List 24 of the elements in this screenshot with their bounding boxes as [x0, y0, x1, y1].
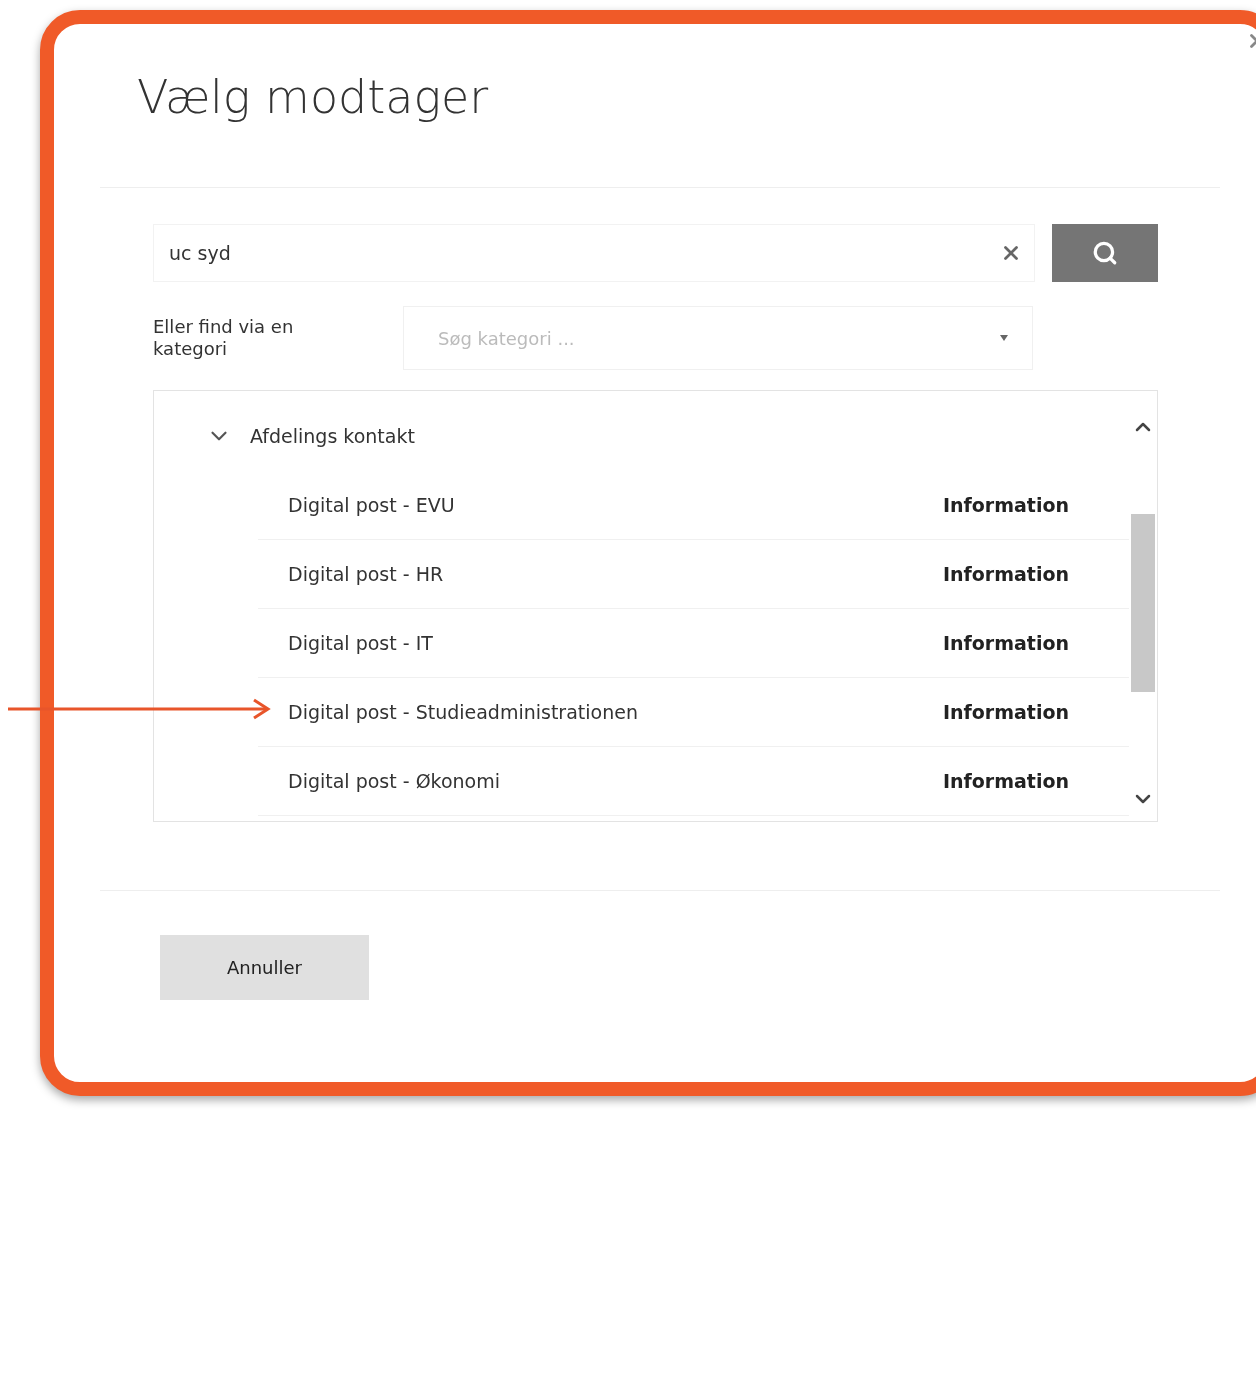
- result-row[interactable]: Digital post - EVU Information: [258, 471, 1129, 540]
- result-row[interactable]: Digital post - HR Information: [258, 540, 1129, 609]
- result-row[interactable]: Digital post - IT Information: [258, 609, 1129, 678]
- result-row[interactable]: Digital post - Studieadministrationen Information: [258, 678, 1129, 747]
- recipient-name: Digital post - Økonomi: [288, 770, 500, 792]
- scrollbar-thumb[interactable]: [1131, 514, 1155, 692]
- cancel-button[interactable]: Annuller: [160, 935, 369, 1000]
- recipient-name: Digital post - HR: [288, 563, 444, 585]
- information-link[interactable]: Information: [942, 494, 1069, 516]
- information-link[interactable]: Information: [942, 632, 1069, 654]
- search-field[interactable]: uc syd: [153, 224, 1035, 282]
- recipient-name: Digital post - IT: [288, 632, 433, 654]
- category-label: Eller find via en kategori: [153, 316, 295, 360]
- group-header[interactable]: Afdelings kontakt: [154, 401, 1129, 471]
- caret-icon: [1000, 335, 1008, 341]
- recipient-name: Digital post - EVU: [288, 494, 455, 516]
- information-link[interactable]: Information: [942, 701, 1069, 723]
- information-link[interactable]: Information: [942, 770, 1069, 792]
- search-icon: [1092, 240, 1118, 266]
- recipient-name: Digital post - Studieadministrationen: [288, 701, 638, 723]
- search-button[interactable]: [1052, 224, 1158, 282]
- result-row[interactable]: Digital post - Økonomi Information: [258, 747, 1129, 816]
- dialog-title: Vælg modtager: [137, 70, 490, 124]
- information-link[interactable]: Information: [942, 563, 1069, 585]
